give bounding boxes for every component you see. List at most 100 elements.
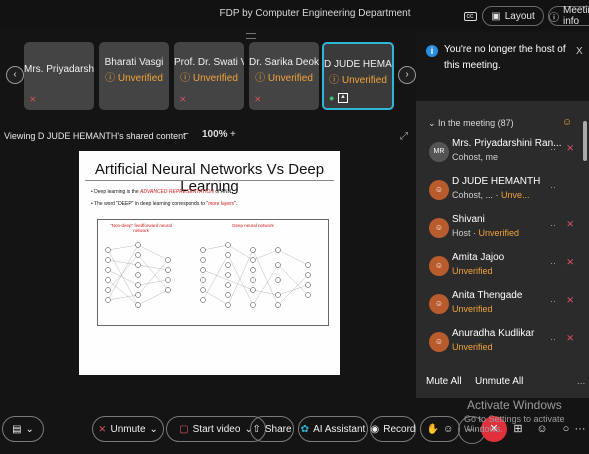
zoom-in-button[interactable]: + bbox=[230, 129, 236, 140]
info-icon: ⓘ bbox=[549, 12, 559, 24]
start-video-label: Start video bbox=[192, 423, 241, 435]
layout-label: Layout bbox=[504, 10, 535, 22]
participant-row[interactable]: ☺ Amita Jajoo Unverified ·· ⨯ bbox=[426, 250, 576, 284]
strip-resize-handle[interactable] bbox=[246, 33, 256, 39]
sharing-icon: ▲ bbox=[338, 93, 348, 103]
chevron-down-icon: ⌄ bbox=[25, 423, 34, 435]
mic-muted-icon[interactable]: ⨯ bbox=[566, 219, 574, 230]
mic-muted-icon[interactable]: ⨯ bbox=[566, 257, 574, 268]
video-off-icon: ▢ bbox=[179, 423, 189, 435]
mic-muted-icon[interactable]: ⨯ bbox=[566, 143, 574, 154]
mic-muted-icon: ⨯ bbox=[254, 94, 262, 104]
mic-muted-icon[interactable]: ⨯ bbox=[566, 295, 574, 306]
mic-muted-icon[interactable]: ⨯ bbox=[566, 333, 574, 344]
strip-next-button[interactable]: › bbox=[398, 66, 416, 84]
person-icon: ☺ bbox=[434, 185, 444, 194]
participant-role: Cohost, me bbox=[452, 152, 499, 162]
tile-status: ⓘ Unverified bbox=[255, 73, 313, 84]
ai-assistant-label: AI Assistant bbox=[313, 423, 366, 435]
layout-icon: ▣ bbox=[491, 10, 501, 22]
reactions-button[interactable]: ✋ ☺ bbox=[420, 416, 460, 442]
participant-name: Anita Thengade bbox=[452, 290, 523, 301]
participant-status: Unverified bbox=[452, 304, 493, 314]
slide-bullet: • The word "DEEP" in deep learning corre… bbox=[91, 201, 238, 207]
close-toast-button[interactable]: X bbox=[576, 46, 583, 57]
chevron-down-icon: ⌄ bbox=[149, 423, 158, 435]
participant-role: Host · Unverified bbox=[452, 228, 520, 238]
person-icon: ☺ bbox=[434, 337, 444, 346]
unmute-label: Unmute bbox=[110, 423, 146, 435]
mute-all-button[interactable]: Mute All bbox=[426, 376, 462, 387]
share-caption: Viewing D JUDE HEMANTH's shared content bbox=[4, 131, 186, 141]
avatar: ☺ bbox=[429, 332, 449, 352]
more-options-button[interactable]: ·· bbox=[550, 258, 556, 268]
unverified-icon: ⓘ bbox=[329, 75, 342, 86]
mic-muted-icon: ⨯ bbox=[98, 423, 107, 435]
ai-assistant-button[interactable]: ✿ AI Assistant bbox=[298, 416, 368, 442]
slide-bullet: • Deep learning is the ADVANCED REPRESEN… bbox=[91, 189, 232, 195]
chat-icon: ▤ bbox=[12, 423, 22, 435]
strip-prev-button[interactable]: ‹ bbox=[6, 66, 24, 84]
host-change-toast: i You're no longer the host of this meet… bbox=[416, 33, 589, 101]
panel-scrollbar[interactable] bbox=[583, 113, 587, 371]
captions-button[interactable]: cc bbox=[458, 6, 482, 26]
record-button[interactable]: ◉ Record bbox=[370, 416, 416, 442]
participant-tile[interactable]: Prof. Dr. Swati V. ... ⓘ Unverified ⨯ bbox=[174, 42, 244, 110]
participant-tile[interactable]: Mrs. Priyadarshini... ⨯ bbox=[24, 42, 94, 110]
tile-status: ⓘ Unverified bbox=[329, 75, 387, 86]
person-icon: ☺ bbox=[562, 117, 573, 128]
avatar: ☺ bbox=[429, 218, 449, 238]
unverified-icon: ⓘ bbox=[255, 73, 268, 84]
meeting-info-button[interactable]: ⓘ Meeting info bbox=[548, 5, 589, 27]
mic-active-icon: ● bbox=[329, 93, 335, 103]
layout-button[interactable]: ▣ Layout bbox=[482, 6, 544, 26]
participant-row[interactable]: MR Mrs. Priyadarshini Ran... Cohost, me … bbox=[426, 136, 576, 170]
tile-name: Dr. Sarika Deokate bbox=[249, 57, 319, 68]
participant-row[interactable]: ☺ Anita Thengade Unverified ·· ⨯ bbox=[426, 288, 576, 322]
hand-icon: ✋ bbox=[426, 423, 440, 435]
scroll-thumb[interactable] bbox=[583, 121, 587, 161]
zoom-level: 100% bbox=[202, 129, 228, 140]
activation-watermark-title: Activate Windows bbox=[467, 398, 562, 412]
participant-tile-active[interactable]: D JUDE HEMANTH ⓘ Unverified ● ▲ bbox=[322, 42, 394, 110]
chevron-right-icon: › bbox=[405, 69, 409, 80]
participant-row[interactable]: ☺ D JUDE HEMANTH Cohost, ... · Unve... ·… bbox=[426, 174, 576, 208]
participant-row[interactable]: ☺ Anuradha Kudlikar Unverified ·· ⨯ bbox=[426, 326, 576, 360]
more-options-button[interactable]: ·· bbox=[550, 334, 556, 344]
expand-icon[interactable]: ⤢ bbox=[400, 131, 408, 142]
zoom-out-button[interactable]: − bbox=[183, 129, 189, 140]
avatar: ☺ bbox=[429, 256, 449, 276]
unverified-icon: ⓘ bbox=[180, 73, 193, 84]
participant-status: Unverified bbox=[452, 342, 493, 352]
chat-menu-button[interactable]: ▤ ⌄ bbox=[2, 416, 44, 442]
person-icon: ☺ bbox=[434, 223, 444, 232]
emoji-icon: ☺ bbox=[443, 423, 454, 435]
unmute-button[interactable]: ⨯ Unmute ⌄ bbox=[92, 416, 164, 442]
shared-slide: Artificial Neural Networks Vs Deep Learn… bbox=[79, 151, 340, 375]
participant-name: D JUDE HEMANTH bbox=[452, 176, 541, 187]
participant-name: Mrs. Priyadarshini Ran... bbox=[452, 138, 562, 149]
mic-muted-icon: ⨯ bbox=[179, 94, 187, 104]
share-label: Share bbox=[264, 423, 292, 435]
share-button[interactable]: ⇧ Share bbox=[250, 416, 294, 442]
mic-muted-icon: ⨯ bbox=[29, 94, 37, 104]
participant-name: Shivani bbox=[452, 214, 485, 225]
slide-title-underline bbox=[85, 180, 334, 181]
participant-tile[interactable]: Bharati Vasgi ⓘ Unverified bbox=[99, 42, 169, 110]
meeting-title: FDP by Computer Engineering Department bbox=[219, 8, 411, 19]
unverified-icon: ⓘ bbox=[105, 73, 118, 84]
chevron-left-icon: ‹ bbox=[13, 69, 17, 80]
participant-tile[interactable]: Dr. Sarika Deokate ⓘ Unverified ⨯ bbox=[249, 42, 319, 110]
unmute-all-button[interactable]: Unmute All bbox=[475, 376, 523, 387]
more-options-button[interactable]: ·· bbox=[550, 182, 556, 192]
participant-row[interactable]: ☺ Shivani Host · Unverified ·· ⨯ bbox=[426, 212, 576, 246]
participant-name: Anuradha Kudlikar bbox=[452, 328, 535, 339]
in-meeting-section-header[interactable]: ⌄ In the meeting (87) bbox=[428, 118, 514, 129]
panel-more-button[interactable]: ... bbox=[577, 376, 585, 387]
more-options-button[interactable]: ·· bbox=[550, 220, 556, 230]
more-options-button[interactable]: ·· bbox=[550, 144, 556, 154]
tile-status: ⓘ Unverified bbox=[180, 73, 238, 84]
more-options-button[interactable]: ·· bbox=[550, 296, 556, 306]
tile-name: D JUDE HEMANTH bbox=[324, 59, 392, 70]
activation-watermark-text: Go to Settings to activate Windows. bbox=[464, 414, 565, 434]
